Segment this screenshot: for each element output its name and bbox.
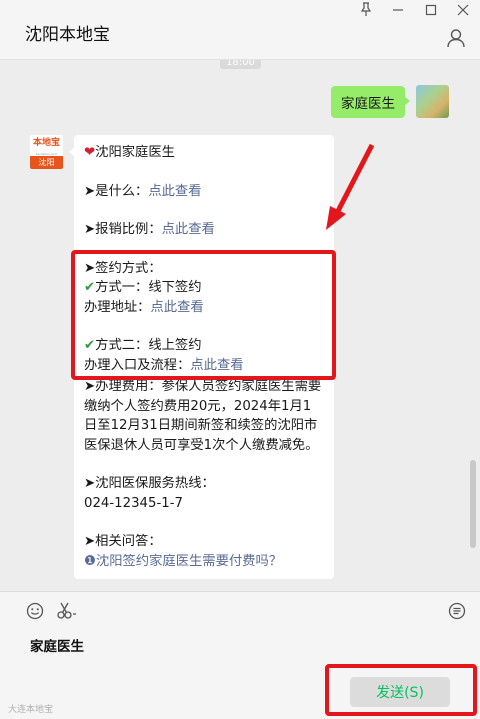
- title-bar: 沈阳本地宝: [0, 0, 480, 60]
- emoji-icon[interactable]: [24, 602, 46, 624]
- send-highlight-box: [325, 664, 477, 716]
- chat-area[interactable]: 18:00 家庭医生 本地宝 bendibao.com 沈阳 ❤沈阳家庭医生 ➤…: [0, 60, 480, 591]
- qa-link[interactable]: ❶沈阳签约家庭医生需要付费吗？: [84, 552, 324, 572]
- pin-icon[interactable]: [353, 2, 379, 22]
- ratio-label: ➤报销比例：: [84, 222, 162, 237]
- bot-logo-text: 本地宝: [32, 138, 60, 148]
- chat-scrollbar[interactable]: [470, 460, 476, 548]
- hotline-label: ➤沈阳医保服务热线：: [84, 476, 215, 491]
- heart-icon: ❤: [84, 145, 96, 160]
- message-input[interactable]: 家庭医生: [30, 635, 84, 655]
- scissors-icon[interactable]: [56, 602, 78, 624]
- bot-logo-city: 沈阳: [30, 156, 63, 169]
- timestamp: 18:00: [220, 60, 261, 69]
- chat-title: 沈阳本地宝: [25, 25, 110, 45]
- close-icon[interactable]: [450, 2, 476, 22]
- fee-text: ➤办理费用：参保人员签约家庭医生需要缴纳个人签约费用20元，2024年1月1日至…: [84, 379, 322, 453]
- watermark: 大连本地宝: [8, 705, 54, 715]
- what-link[interactable]: 点此查看: [148, 184, 201, 199]
- minimize-icon[interactable]: [385, 2, 411, 22]
- maximize-icon[interactable]: [418, 2, 444, 22]
- user-message-bubble[interactable]: 家庭医生: [331, 86, 410, 118]
- hotline-number: 024-12345-1-7: [84, 495, 183, 511]
- person-icon[interactable]: [446, 28, 466, 48]
- highlight-box: [71, 250, 336, 380]
- message-title: 沈阳家庭医生: [95, 145, 175, 160]
- ratio-link[interactable]: 点此查看: [162, 222, 215, 237]
- user-avatar[interactable]: [416, 85, 449, 118]
- chat-history-icon[interactable]: [446, 602, 468, 624]
- bot-avatar[interactable]: 本地宝 bendibao.com 沈阳: [30, 135, 63, 169]
- what-label: ➤是什么：: [84, 183, 149, 199]
- qa-label: ➤相关问答：: [84, 534, 162, 549]
